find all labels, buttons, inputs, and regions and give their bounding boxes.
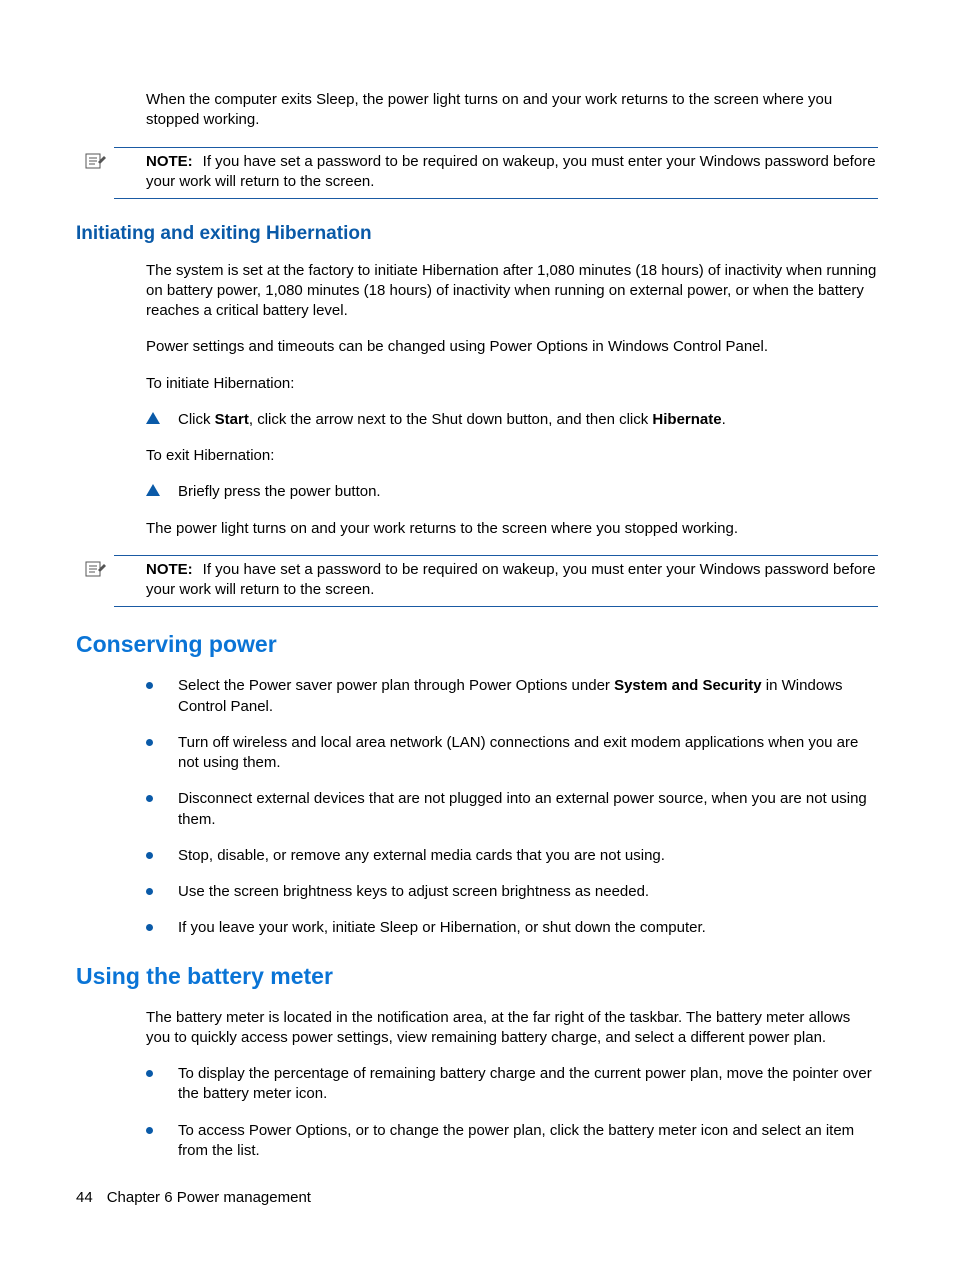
heading-hibernation: Initiating and exiting Hibernation	[76, 221, 878, 247]
note-text: If you have set a password to be require…	[146, 561, 876, 598]
note-label: NOTE:	[146, 153, 193, 170]
bullet-icon	[146, 852, 153, 859]
step-item: Click Start, click the arrow next to the…	[146, 410, 878, 430]
triangle-icon	[146, 412, 160, 424]
list-item: Select the Power saver power plan throug…	[146, 676, 878, 717]
bullet-icon	[146, 739, 153, 746]
note-text: If you have set a password to be require…	[146, 153, 876, 190]
bullet-icon	[146, 795, 153, 802]
heading-battery-meter: Using the battery meter	[76, 961, 878, 992]
list-item: To access Power Options, or to change th…	[146, 1121, 878, 1162]
bullet-icon	[146, 888, 153, 895]
chapter-label: Chapter 6 Power management	[107, 1189, 311, 1206]
paragraph: To exit Hibernation:	[146, 446, 878, 466]
list-item: Turn off wireless and local area network…	[146, 733, 878, 774]
paragraph: The battery meter is located in the noti…	[146, 1008, 878, 1049]
paragraph: To initiate Hibernation:	[146, 374, 878, 394]
paragraph: The system is set at the factory to init…	[146, 261, 878, 322]
triangle-icon	[146, 484, 160, 496]
bullet-icon	[146, 1070, 153, 1077]
bullet-icon	[146, 924, 153, 931]
note-icon	[84, 152, 106, 170]
list-item: Stop, disable, or remove any external me…	[146, 846, 878, 866]
heading-conserving: Conserving power	[76, 629, 878, 660]
note-label: NOTE:	[146, 561, 193, 578]
bullet-icon	[146, 1127, 153, 1134]
note-box-1: NOTE:If you have set a password to be re…	[114, 147, 878, 200]
intro-paragraph: When the computer exits Sleep, the power…	[146, 90, 878, 131]
note-box-2: NOTE:If you have set a password to be re…	[114, 555, 878, 608]
page-number: 44	[76, 1189, 93, 1206]
list-item: Disconnect external devices that are not…	[146, 789, 878, 830]
list-item: To display the percentage of remaining b…	[146, 1064, 878, 1105]
step-item: Briefly press the power button.	[146, 482, 878, 502]
note-icon	[84, 560, 106, 578]
bullet-icon	[146, 682, 153, 689]
list-item: If you leave your work, initiate Sleep o…	[146, 918, 878, 938]
paragraph: Power settings and timeouts can be chang…	[146, 337, 878, 357]
paragraph: The power light turns on and your work r…	[146, 519, 878, 539]
list-item: Use the screen brightness keys to adjust…	[146, 882, 878, 902]
page-footer: 44 Chapter 6 Power management	[76, 1188, 311, 1208]
